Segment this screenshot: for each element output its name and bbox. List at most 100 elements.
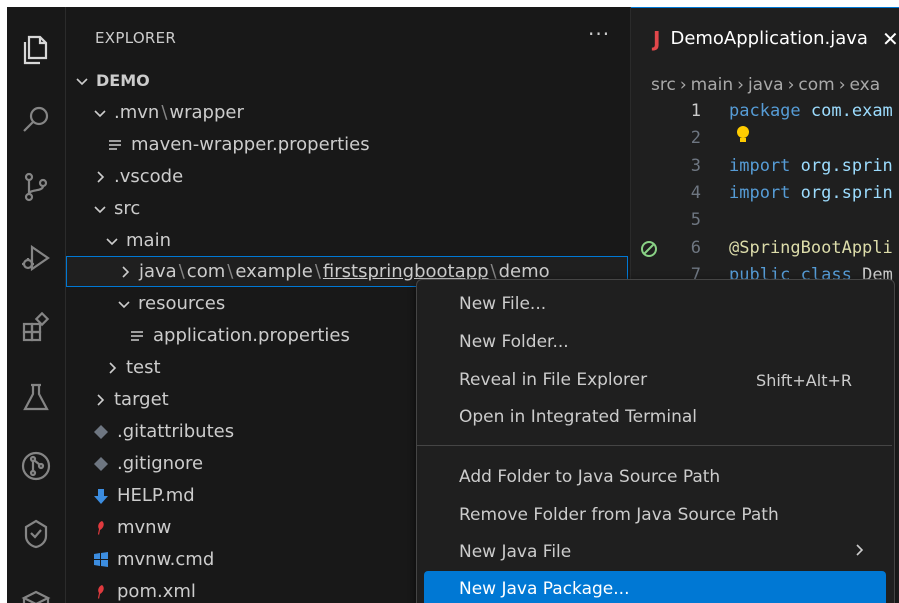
line-number: 1 — [690, 101, 701, 121]
chevron-right-icon: › — [737, 75, 744, 95]
menu-item-label: New Java File — [459, 542, 572, 562]
spring-boot-run-icon[interactable] — [639, 239, 659, 263]
chevron-right-icon — [92, 392, 108, 408]
maven-feather-icon — [92, 519, 110, 537]
tab-demo-application[interactable]: J DemoApplication.java ✕ — [631, 7, 899, 69]
properties-file-icon — [128, 327, 146, 345]
folder-label: wrapper — [169, 102, 244, 123]
tree-item-src[interactable]: src — [66, 193, 628, 224]
tree-item-mvn-wrapper[interactable]: .mvn \ wrapper — [66, 97, 628, 128]
menu-item-label: New File... — [459, 294, 547, 314]
more-actions-button[interactable]: ··· — [588, 22, 610, 46]
maven-feather-icon — [92, 583, 110, 601]
context-menu: New File... New Folder... Reveal in File… — [416, 279, 895, 603]
breadcrumb: src › main › java › com › exa — [651, 69, 880, 101]
menu-item-remove-folder-from-source-path[interactable]: Remove Folder from Java Source Path — [424, 497, 886, 533]
download-arrow-icon — [92, 487, 110, 505]
folder-label: java — [139, 261, 177, 282]
file-label: pom.xml — [117, 581, 196, 602]
folder-label: test — [126, 357, 161, 378]
testing-icon[interactable] — [7, 373, 65, 423]
lightbulb-icon[interactable] — [735, 125, 751, 149]
chevron-right-icon — [852, 542, 866, 562]
breadcrumb-item[interactable]: com — [798, 75, 834, 95]
menu-item-label: New Java Package... — [459, 579, 630, 599]
search-icon[interactable] — [7, 95, 65, 145]
chevron-down-icon — [74, 73, 90, 89]
tree-item-demo[interactable]: DEMO — [66, 65, 628, 96]
chevron-right-icon: › — [838, 75, 846, 95]
chevron-down-icon — [92, 105, 108, 121]
file-label: application.properties — [153, 325, 350, 346]
file-label: maven-wrapper.properties — [131, 134, 370, 155]
properties-file-icon — [106, 136, 124, 154]
vscode-window: EXPLORER ··· DEMO .mvn \ wrapper maven-wra… — [7, 7, 899, 603]
tree-item-vscode[interactable]: .vscode — [66, 161, 628, 192]
folder-label: resources — [138, 293, 226, 314]
menu-item-add-folder-to-source-path[interactable]: Add Folder to Java Source Path — [424, 459, 886, 495]
folder-label: .mvn — [114, 102, 160, 123]
project-name: DEMO — [96, 71, 150, 90]
menu-item-new-file[interactable]: New File... — [424, 286, 886, 322]
explorer-icon[interactable] — [7, 25, 65, 75]
tree-item-main[interactable]: main — [66, 225, 628, 256]
file-label: .gitattributes — [117, 421, 235, 442]
chevron-down-icon — [104, 233, 120, 249]
menu-item-new-java-package[interactable]: New Java Package... — [424, 571, 886, 603]
folder-label: .vscode — [114, 166, 184, 187]
menu-item-new-folder[interactable]: New Folder... — [424, 324, 886, 360]
code-line: package com.exam — [729, 101, 893, 121]
git-file-icon — [92, 423, 110, 441]
close-icon[interactable]: ✕ — [882, 27, 899, 51]
chevron-down-icon — [116, 296, 132, 312]
line-number: 2 — [690, 128, 701, 149]
menu-item-label: Remove Folder from Java Source Path — [459, 505, 779, 525]
menu-item-label: Reveal in File Explorer — [459, 370, 648, 390]
chevron-right-icon: › — [787, 75, 795, 95]
chevron-right-icon — [92, 169, 108, 185]
file-label: .gitignore — [117, 453, 204, 474]
chevron-right-icon — [104, 360, 120, 376]
breadcrumb-item[interactable]: java — [748, 75, 784, 95]
code-line: import org.sprin — [729, 155, 893, 176]
code-line: @SpringBootAppli — [729, 237, 893, 258]
line-number: 6 — [690, 237, 701, 258]
chevron-right-icon: › — [679, 75, 687, 95]
breadcrumb-item[interactable]: src — [651, 75, 676, 95]
activity-bar — [7, 7, 66, 603]
line-number: 4 — [690, 182, 701, 203]
chevron-right-icon — [117, 264, 133, 280]
run-debug-icon[interactable] — [7, 233, 65, 283]
keyboard-shortcut: Shift+Alt+R — [756, 370, 852, 390]
tab-label: DemoApplication.java — [670, 28, 868, 49]
menu-item-label: Open in Integrated Terminal — [459, 407, 697, 427]
folder-label: src — [114, 198, 141, 219]
menu-item-new-java-file[interactable]: New Java File — [424, 534, 886, 570]
source-control-icon[interactable] — [7, 162, 65, 212]
remote-explorer-icon[interactable] — [7, 509, 65, 559]
git-graph-icon[interactable] — [7, 441, 65, 491]
windows-icon — [92, 551, 110, 569]
code-line: import org.sprin — [729, 182, 893, 203]
folder-label: com — [186, 261, 226, 282]
menu-item-open-in-terminal[interactable]: Open in Integrated Terminal — [424, 399, 886, 435]
file-label: mvnw.cmd — [117, 549, 215, 570]
folder-label: target — [114, 389, 169, 410]
line-number: 3 — [690, 155, 701, 176]
extensions-icon[interactable] — [7, 303, 65, 353]
chevron-down-icon — [92, 201, 108, 217]
menu-item-reveal-in-file-explorer[interactable]: Reveal in File Explorer Shift+Alt+R — [424, 362, 886, 398]
java-file-icon: J — [653, 26, 661, 51]
breadcrumb-item[interactable]: main — [691, 75, 733, 95]
explorer-title: EXPLORER — [95, 29, 177, 47]
tree-item-maven-wrapper-properties[interactable]: maven-wrapper.properties — [66, 129, 628, 160]
tab-bar: J DemoApplication.java ✕ — [631, 7, 899, 69]
git-file-icon — [92, 455, 110, 473]
menu-separator — [417, 445, 892, 446]
menu-item-label: Add Folder to Java Source Path — [459, 467, 721, 487]
breadcrumb-item[interactable]: exa — [850, 75, 881, 95]
folder-label: main — [126, 230, 171, 251]
file-label: HELP.md — [117, 485, 195, 506]
docker-icon[interactable] — [7, 575, 65, 603]
line-number: 5 — [690, 210, 701, 231]
